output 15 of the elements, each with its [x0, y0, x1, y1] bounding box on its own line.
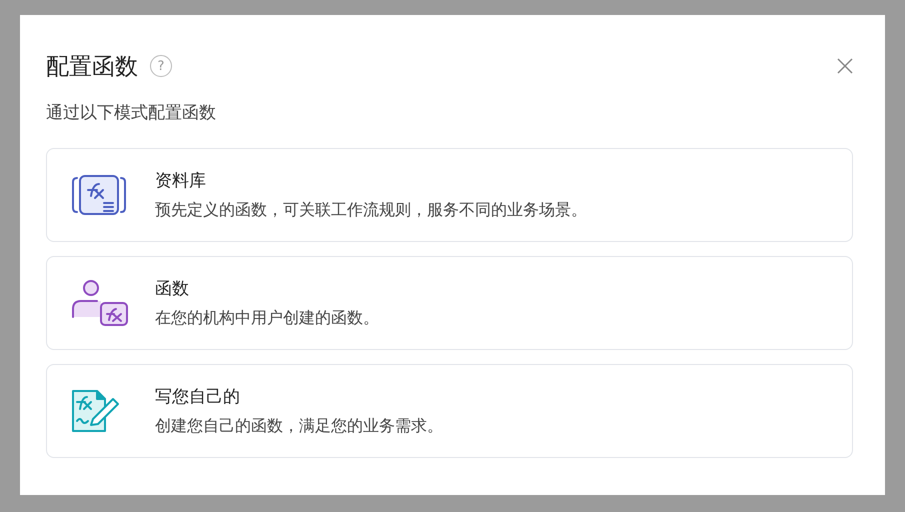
option-description: 预先定义的函数，可关联工作流规则，服务不同的业务场景。	[155, 200, 587, 221]
option-card[interactable]: 函数 在您的机构中用户创建的函数。	[46, 256, 853, 350]
option-title: 写您自己的	[155, 386, 241, 408]
option-title: 资料库	[155, 170, 207, 192]
dialog-subtitle: 通过以下模式配置函数	[46, 102, 217, 124]
option-description: 在您的机构中用户创建的函数。	[155, 308, 379, 329]
option-card[interactable]: 写您自己的 创建您自己的函数，满足您的业务需求。	[46, 364, 853, 458]
option-card[interactable]: 资料库 预先定义的函数，可关联工作流规则，服务不同的业务场景。	[46, 148, 853, 242]
dialog-title: 配置函数	[46, 52, 138, 82]
edit-document-icon	[71, 389, 121, 433]
option-title: 函数	[155, 278, 190, 300]
user-function-icon	[71, 279, 129, 327]
document-icon	[71, 174, 127, 216]
close-icon[interactable]	[837, 58, 853, 74]
option-description: 创建您自己的函数，满足您的业务需求。	[155, 416, 443, 437]
